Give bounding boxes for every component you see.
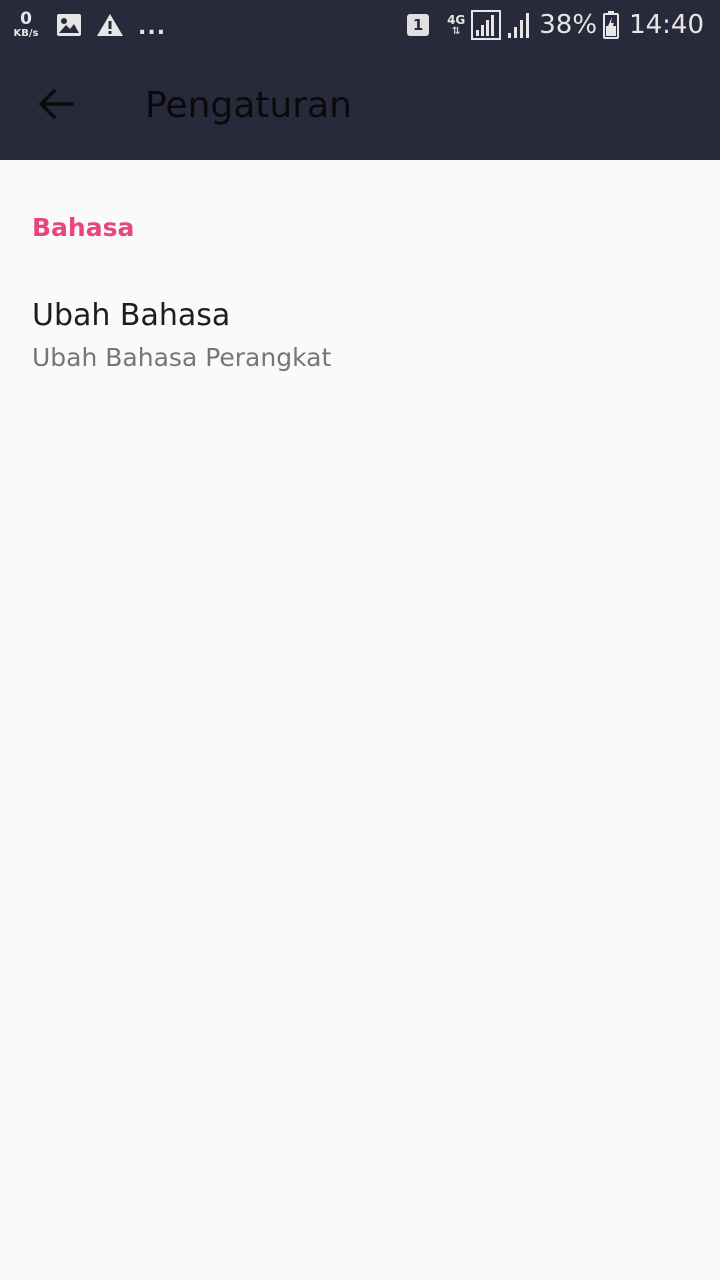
signal-sim2-icon	[507, 11, 533, 39]
page-title: Pengaturan	[145, 85, 352, 126]
app-bar: Pengaturan	[0, 50, 720, 160]
network-speed-unit: KB/s	[13, 28, 39, 39]
clock: 14:40	[629, 10, 704, 40]
battery-percentage: 38%	[539, 10, 598, 40]
status-bar: 0 KB/s ... 1 4G ⇅ 38% 14:40	[0, 0, 720, 50]
change-language-summary: Ubah Bahasa Perangkat	[32, 343, 332, 372]
change-language-title: Ubah Bahasa	[32, 298, 231, 333]
image-icon	[56, 13, 82, 37]
change-language-item[interactable]: Ubah Bahasa Ubah Bahasa Perangkat	[0, 280, 720, 390]
network-type-label: 4G	[447, 12, 466, 27]
battery-charging-icon	[603, 11, 620, 39]
sim-slot-badge: 1	[407, 14, 430, 36]
network-speed-value: 0	[20, 9, 32, 29]
status-bar-left: 0 KB/s ...	[10, 0, 166, 50]
network-speed: 0 KB/s	[10, 11, 42, 39]
section-header-language: Bahasa	[32, 213, 135, 242]
back-button[interactable]	[24, 74, 88, 138]
signal-sim1-icon	[471, 10, 502, 40]
status-bar-right: 1 4G ⇅ 38% 14:40	[407, 0, 704, 50]
network-type: 4G ⇅	[447, 14, 465, 37]
arrow-left-icon	[38, 88, 74, 124]
data-activity-icon: ⇅	[451, 25, 461, 37]
warning-icon	[96, 13, 124, 37]
more-notifications-icon: ...	[138, 14, 167, 40]
